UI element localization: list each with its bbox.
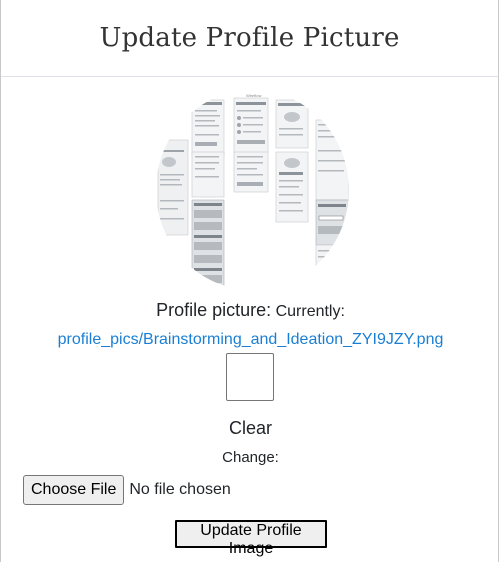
wireframe-preview-image: Wireflow [156,90,349,290]
file-input[interactable]: Choose File No file chosen [23,475,231,505]
no-file-chosen-text: No file chosen [129,481,231,498]
profile-picture-label: Profile picture: [156,300,272,320]
currently-label: Currently: [275,303,345,320]
clear-checkbox[interactable] [226,353,274,401]
profile-picture-row: Profile picture: Currently: [1,300,499,321]
modal-header: Update Profile Picture [1,0,498,77]
preview-caption: Wireflow [246,93,261,98]
change-label: Change: [222,449,279,466]
choose-file-button[interactable]: Choose File [23,475,125,505]
modal-title: Update Profile Picture [99,23,400,53]
clear-label: Clear [228,418,272,438]
current-file-link[interactable]: profile_pics/Brainstorming_and_Ideation_… [1,331,499,349]
profile-picture-modal: Update Profile Picture Wireflow Profile … [0,0,499,562]
profile-image-preview: Wireflow [156,90,349,290]
update-profile-image-button[interactable]: Update Profile Image [175,520,327,557]
